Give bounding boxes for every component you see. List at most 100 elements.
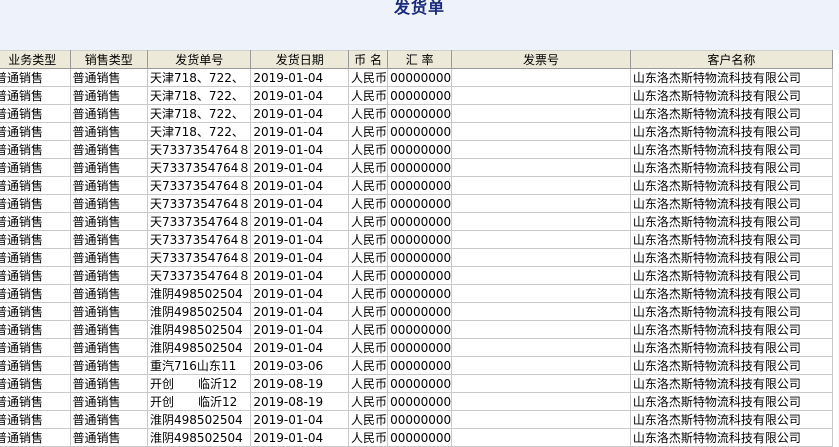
cell-business-type[interactable]: 普通销售	[0, 338, 71, 357]
table-row[interactable]: 普通销售普通销售天津718、722、2019-01-04人民币00000000山…	[0, 86, 834, 105]
cell-exchange-rate[interactable]: 00000000	[387, 140, 453, 159]
cell-exchange-rate[interactable]: 00000000	[387, 86, 453, 105]
cell-delivery-no[interactable]: 天7337354764８	[147, 140, 252, 159]
cell-business-type[interactable]: 普通销售	[0, 104, 71, 123]
cell-sales-type[interactable]: 普通销售	[69, 104, 149, 123]
cell-delivery-date[interactable]: 2019-08-19	[250, 392, 350, 411]
cell-delivery-date[interactable]: 2019-01-04	[250, 194, 350, 213]
table-row[interactable]: 普通销售普通销售天7337354764８2019-01-04人民币0000000…	[0, 266, 834, 285]
table-row[interactable]: 普通销售普通销售天津718、722、2019-01-04人民币00000000山…	[0, 122, 834, 141]
cell-currency[interactable]: 人民币	[348, 194, 389, 213]
cell-business-type[interactable]: 普通销售	[0, 212, 71, 231]
cell-currency[interactable]: 人民币	[348, 410, 389, 429]
cell-delivery-date[interactable]: 2019-01-04	[250, 122, 350, 141]
cell-delivery-date[interactable]: 2019-01-04	[250, 248, 350, 267]
cell-invoice-no[interactable]	[451, 428, 631, 447]
cell-business-type[interactable]: 普通销售	[0, 158, 71, 177]
cell-business-type[interactable]: 普通销售	[0, 122, 71, 141]
cell-currency[interactable]: 人民币	[348, 338, 389, 357]
column-header-invoice-no[interactable]: 发票号	[451, 50, 631, 69]
cell-delivery-date[interactable]: 2019-03-06	[250, 356, 350, 375]
cell-delivery-date[interactable]: 2019-01-04	[250, 302, 350, 321]
cell-business-type[interactable]: 普通销售	[0, 86, 71, 105]
table-row[interactable]: 普通销售普通销售开创 临沂122019-08-19人民币00000000山东洛杰…	[0, 392, 834, 411]
cell-currency[interactable]: 人民币	[348, 86, 389, 105]
cell-delivery-date[interactable]: 2019-01-04	[250, 230, 350, 249]
cell-delivery-no[interactable]: 天7337354764８	[147, 248, 252, 267]
cell-exchange-rate[interactable]: 00000000	[387, 338, 453, 357]
column-header-sales-type[interactable]: 销售类型	[69, 50, 149, 69]
cell-delivery-no[interactable]: 天7337354764８	[147, 212, 252, 231]
cell-customer-name[interactable]: 山东洛杰斯特物流科技有限公司	[629, 266, 834, 285]
table-row[interactable]: 普通销售普通销售天7337354764８2019-01-04人民币0000000…	[0, 194, 834, 213]
cell-delivery-date[interactable]: 2019-01-04	[250, 428, 350, 447]
cell-customer-name[interactable]: 山东洛杰斯特物流科技有限公司	[629, 356, 834, 375]
cell-exchange-rate[interactable]: 00000000	[387, 176, 453, 195]
cell-exchange-rate[interactable]: 00000000	[387, 266, 453, 285]
cell-customer-name[interactable]: 山东洛杰斯特物流科技有限公司	[629, 176, 834, 195]
cell-currency[interactable]: 人民币	[348, 320, 389, 339]
cell-exchange-rate[interactable]: 00000000	[387, 212, 453, 231]
cell-customer-name[interactable]: 山东洛杰斯特物流科技有限公司	[629, 158, 834, 177]
cell-delivery-no[interactable]: 天津718、722、	[147, 68, 252, 87]
cell-business-type[interactable]: 普通销售	[0, 410, 71, 429]
cell-currency[interactable]: 人民币	[348, 212, 389, 231]
column-header-business-type[interactable]: 业务类型	[0, 50, 71, 69]
cell-business-type[interactable]: 普通销售	[0, 230, 71, 249]
table-row[interactable]: 普通销售普通销售天7337354764８2019-01-04人民币0000000…	[0, 248, 834, 267]
cell-exchange-rate[interactable]: 00000000	[387, 194, 453, 213]
cell-currency[interactable]: 人民币	[348, 428, 389, 447]
cell-currency[interactable]: 人民币	[348, 356, 389, 375]
cell-delivery-no[interactable]: 天津718、722、	[147, 122, 252, 141]
cell-delivery-date[interactable]: 2019-01-04	[250, 320, 350, 339]
cell-delivery-date[interactable]: 2019-01-04	[250, 68, 350, 87]
cell-delivery-no[interactable]: 天7337354764８	[147, 158, 252, 177]
cell-exchange-rate[interactable]: 00000000	[387, 122, 453, 141]
cell-business-type[interactable]: 普通销售	[0, 320, 71, 339]
cell-customer-name[interactable]: 山东洛杰斯特物流科技有限公司	[629, 248, 834, 267]
cell-customer-name[interactable]: 山东洛杰斯特物流科技有限公司	[629, 338, 834, 357]
cell-currency[interactable]: 人民币	[348, 176, 389, 195]
cell-invoice-no[interactable]	[451, 122, 631, 141]
cell-delivery-date[interactable]: 2019-01-04	[250, 140, 350, 159]
column-header-customer-name[interactable]: 客户名称	[629, 50, 834, 69]
cell-currency[interactable]: 人民币	[348, 374, 389, 393]
cell-customer-name[interactable]: 山东洛杰斯特物流科技有限公司	[629, 230, 834, 249]
cell-sales-type[interactable]: 普通销售	[69, 176, 149, 195]
cell-sales-type[interactable]: 普通销售	[69, 140, 149, 159]
cell-delivery-no[interactable]: 天7337354764８	[147, 176, 252, 195]
cell-business-type[interactable]: 普通销售	[0, 68, 71, 87]
cell-sales-type[interactable]: 普通销售	[69, 320, 149, 339]
cell-currency[interactable]: 人民币	[348, 68, 389, 87]
cell-invoice-no[interactable]	[451, 68, 631, 87]
cell-exchange-rate[interactable]: 00000000	[387, 230, 453, 249]
cell-invoice-no[interactable]	[451, 392, 631, 411]
cell-exchange-rate[interactable]: 00000000	[387, 356, 453, 375]
cell-sales-type[interactable]: 普通销售	[69, 356, 149, 375]
cell-delivery-no[interactable]: 淮阴498502504	[147, 302, 252, 321]
cell-customer-name[interactable]: 山东洛杰斯特物流科技有限公司	[629, 284, 834, 303]
cell-delivery-no[interactable]: 重汽716山东11	[147, 356, 252, 375]
cell-exchange-rate[interactable]: 00000000	[387, 302, 453, 321]
cell-sales-type[interactable]: 普通销售	[69, 212, 149, 231]
cell-delivery-no[interactable]: 淮阴498502504	[147, 338, 252, 357]
cell-delivery-no[interactable]: 淮阴498502504	[147, 320, 252, 339]
cell-sales-type[interactable]: 普通销售	[69, 338, 149, 357]
cell-business-type[interactable]: 普通销售	[0, 284, 71, 303]
cell-customer-name[interactable]: 山东洛杰斯特物流科技有限公司	[629, 140, 834, 159]
column-header-currency[interactable]: 币 名	[348, 50, 389, 69]
cell-invoice-no[interactable]	[451, 194, 631, 213]
table-row[interactable]: 普通销售普通销售淮阴4985025042019-01-04人民币00000000…	[0, 338, 834, 357]
cell-delivery-no[interactable]: 天津718、722、	[147, 104, 252, 123]
cell-delivery-no[interactable]: 天7337354764８	[147, 266, 252, 285]
cell-sales-type[interactable]: 普通销售	[69, 266, 149, 285]
cell-delivery-date[interactable]: 2019-01-04	[250, 86, 350, 105]
cell-customer-name[interactable]: 山东洛杰斯特物流科技有限公司	[629, 212, 834, 231]
cell-invoice-no[interactable]	[451, 338, 631, 357]
table-row[interactable]: 普通销售普通销售淮阴4985025042019-01-04人民币00000000…	[0, 410, 834, 429]
cell-customer-name[interactable]: 山东洛杰斯特物流科技有限公司	[629, 410, 834, 429]
cell-currency[interactable]: 人民币	[348, 230, 389, 249]
cell-invoice-no[interactable]	[451, 158, 631, 177]
cell-exchange-rate[interactable]: 00000000	[387, 410, 453, 429]
cell-delivery-date[interactable]: 2019-01-04	[250, 176, 350, 195]
